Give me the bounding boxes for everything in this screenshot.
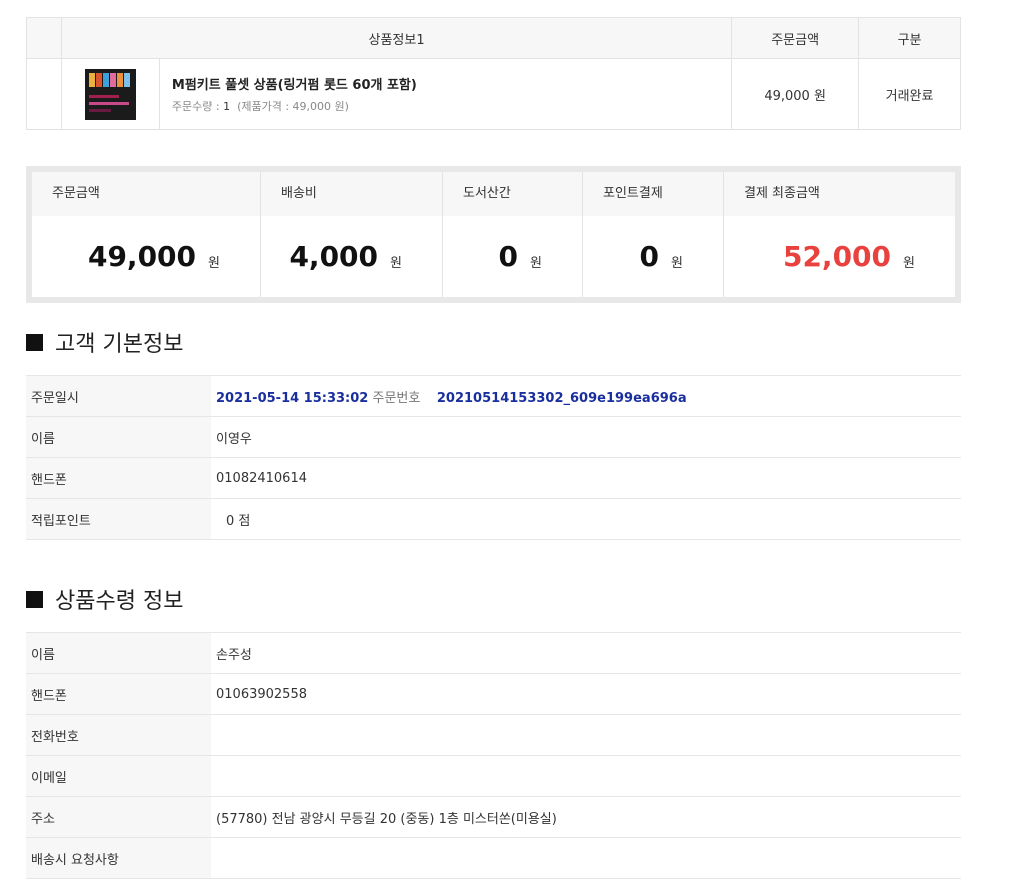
header-product-info: 상품정보1 (60, 17, 733, 59)
recipient-tel (211, 714, 961, 756)
header-order-amount: 주문금액 (731, 17, 860, 59)
recipient-tel-label: 전화번호 (26, 714, 211, 756)
table-row: 이메일 (26, 755, 961, 797)
table-row: 이름 손주성 (26, 632, 961, 674)
table-row: 적립포인트 0 점 (26, 498, 961, 540)
points-label: 적립포인트 (26, 498, 211, 540)
summary-label: 주문금액 (32, 172, 260, 216)
status-badge: 거래완료 (858, 58, 961, 130)
product-price: 49,000 원 (731, 58, 860, 130)
order-product-table: 상품정보1 주문금액 구분 M펌키트 풀셋 상품(링거펌 롯드 60개 포함) … (26, 17, 961, 130)
table-row: 핸드폰 01063902558 (26, 673, 961, 715)
header-blank (26, 17, 62, 59)
summary-unit: 원 (671, 256, 683, 271)
product-quantity: 주문수량 : 1 (제품가격 : 49,000 원) (172, 98, 731, 114)
summary-value: 0 (639, 240, 660, 273)
summary-value: 4,000 (289, 240, 379, 273)
summary-label: 포인트결제 (583, 172, 723, 216)
summary-label: 도서산간 (443, 172, 582, 216)
customer-name: 이영우 (211, 416, 961, 458)
delivery-request-label: 배송시 요청사항 (26, 837, 211, 879)
shipping-section-title: 상품수령 정보 (26, 583, 183, 615)
summary-final-amount: 결제 최종금액 52,000 원 (724, 172, 955, 297)
table-row: 핸드폰 01082410614 (26, 457, 961, 499)
payment-summary: 주문금액 49,000 원 배송비 4,000 원 도서산간 0원 포인트결제 0원… (26, 166, 961, 303)
customer-info-table: 주문일시 2021-05-14 15:33:02 주문번호 2021051415… (26, 375, 961, 540)
recipient-phone: 01063902558 (211, 673, 961, 715)
customer-section-title: 고객 기본정보 (26, 326, 183, 358)
summary-point-payment: 포인트결제 0원 (583, 172, 724, 297)
section-title-text: 고객 기본정보 (55, 332, 184, 357)
product-name[interactable]: M펌키트 풀셋 상품(링거펌 롯드 60개 포함) (172, 74, 731, 93)
summary-unit: 원 (390, 256, 402, 271)
summary-unit: 원 (530, 256, 542, 271)
summary-unit: 원 (903, 256, 915, 271)
unit-price: (제품가격 : 49,000 원) (237, 100, 349, 113)
order-datetime: 2021-05-14 15:33:02 (216, 390, 369, 406)
recipient-email-label: 이메일 (26, 755, 211, 797)
table-row: 주소 (57780) 전남 광양시 무등길 20 (중동) 1층 미스터쏜(미용… (26, 796, 961, 838)
summary-label: 결제 최종금액 (724, 172, 955, 216)
product-thumbnail-cell (60, 58, 160, 130)
recipient-phone-label: 핸드폰 (26, 673, 211, 715)
recipient-email (211, 755, 961, 797)
customer-phone-label: 핸드폰 (26, 457, 211, 499)
summary-value: 0 (498, 240, 519, 273)
recipient-address: (57780) 전남 광양시 무등길 20 (중동) 1층 미스터쏜(미용실) (211, 796, 961, 838)
summary-shipping-fee: 배송비 4,000 원 (261, 172, 443, 297)
qty-value: 1 (223, 100, 231, 113)
summary-unit: 원 (208, 256, 220, 271)
header-status: 구분 (858, 17, 961, 59)
table-row: 주문일시 2021-05-14 15:33:02 주문번호 2021051415… (26, 375, 961, 417)
section-title-text: 상품수령 정보 (55, 589, 184, 614)
recipient-name-label: 이름 (26, 632, 211, 674)
square-bullet-icon (26, 333, 43, 351)
points-value: 0 점 (211, 498, 961, 540)
summary-value: 52,000 (782, 240, 892, 273)
order-number-label: 주문번호 (372, 390, 421, 406)
recipient-name: 손주성 (211, 632, 961, 674)
summary-remote-area: 도서산간 0원 (443, 172, 583, 297)
delivery-request (211, 837, 961, 879)
order-number: 20210514153302_609e199ea696a (436, 390, 687, 406)
customer-name-label: 이름 (26, 416, 211, 458)
product-info-cell: M펌키트 풀셋 상품(링거펌 롯드 60개 포함) 주문수량 : 1 (제품가격… (158, 58, 733, 130)
customer-phone: 01082410614 (211, 457, 961, 499)
table-row: M펌키트 풀셋 상품(링거펌 롯드 60개 포함) 주문수량 : 1 (제품가격… (26, 58, 961, 130)
recipient-address-label: 주소 (26, 796, 211, 838)
shipping-info-table: 이름 손주성 핸드폰 01063902558 전화번호 이메일 주소 (5778… (26, 632, 961, 879)
order-datetime-label: 주문일시 (26, 375, 211, 417)
square-bullet-icon (26, 590, 43, 608)
summary-label: 배송비 (261, 172, 442, 216)
product-thumbnail[interactable] (84, 68, 136, 120)
order-datetime-cell: 2021-05-14 15:33:02 주문번호 20210514153302_… (211, 375, 961, 417)
row-blank-cell (26, 58, 62, 130)
summary-order-amount: 주문금액 49,000 원 (32, 172, 261, 297)
table-row: 이름 이영우 (26, 416, 961, 458)
table-row: 전화번호 (26, 714, 961, 756)
summary-value: 49,000 (87, 240, 197, 273)
table-row: 배송시 요청사항 (26, 837, 961, 879)
qty-label: 주문수량 : (171, 100, 224, 113)
